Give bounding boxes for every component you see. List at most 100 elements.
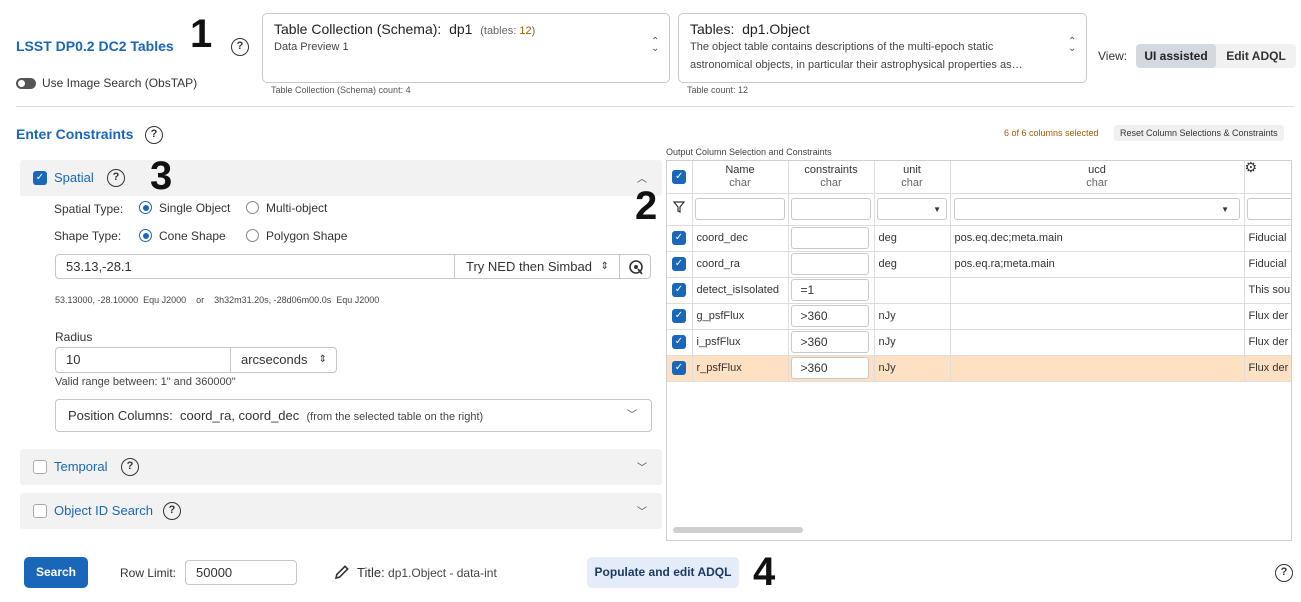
table-select[interactable]: Tables: dp1.Object The object table cont… — [678, 13, 1087, 83]
horizontal-scrollbar[interactable] — [673, 527, 803, 533]
radius-unit-value: arcseconds — [241, 352, 308, 367]
object-id-panel-header[interactable]: Object ID Search ? ﹀ — [20, 493, 662, 529]
description-filter-cell — [1244, 193, 1291, 226]
row-checkbox[interactable]: ✓ — [672, 335, 686, 349]
chevron-down-icon[interactable]: ﹀ — [637, 503, 647, 518]
row-checkbox[interactable]: ✓ — [672, 257, 686, 271]
description-filter-input[interactable] — [1246, 198, 1291, 220]
radius-unit-select[interactable]: arcseconds ⇕ — [230, 347, 337, 373]
polygon-shape-label: Polygon Shape — [266, 229, 348, 243]
app-title: LSST DP0.2 DC2 Tables — [16, 38, 174, 54]
chevron-up-icon[interactable]: ︿ — [637, 170, 647, 185]
filter-icon[interactable] — [673, 201, 686, 213]
table-row[interactable]: ✓ coord_dec deg pos.eq.dec;meta.main Fid… — [667, 225, 1291, 252]
position-input[interactable]: 53.13,-28.1 — [55, 254, 455, 279]
row-checkbox[interactable]: ✓ — [672, 231, 686, 245]
row-constraint-input[interactable] — [790, 253, 869, 275]
row-description: Fiducial — [1244, 251, 1291, 278]
view-ui-assisted-button[interactable]: UI assisted — [1136, 44, 1216, 68]
image-search-toggle[interactable] — [16, 78, 36, 89]
spatial-help-icon[interactable]: ? — [107, 169, 125, 187]
schema-count-note: Table Collection (Schema) count: 4 — [271, 85, 411, 95]
multi-object-radio[interactable] — [246, 201, 259, 214]
image-search-label: Use Image Search (ObsTAP) — [42, 76, 198, 90]
search-button[interactable]: Search — [24, 557, 88, 588]
temporal-checkbox[interactable] — [33, 460, 47, 474]
view-edit-adql-button[interactable]: Edit ADQL — [1216, 44, 1296, 68]
table-row[interactable]: ✓ detect_isIsolated =1 This sou — [667, 277, 1291, 304]
temporal-panel-header[interactable]: Temporal ? ﹀ — [20, 449, 662, 485]
resolver-value: Try NED then Simbad — [466, 259, 592, 274]
col-name-header[interactable]: Name char — [692, 161, 789, 194]
updown-icon: ⇕ — [318, 354, 327, 365]
row-name: detect_isIsolated — [692, 277, 789, 304]
toggle-knob — [18, 80, 25, 87]
col-constraints-header[interactable]: constraints char — [788, 161, 875, 194]
ucd-filter-select[interactable]: ▼ — [954, 198, 1240, 220]
row-constraint-input[interactable]: >360 — [790, 305, 869, 327]
table-row[interactable]: ✓ i_psfFlux >360 nJy Flux der — [667, 329, 1291, 356]
position-columns-value: coord_ra, coord_dec — [180, 408, 300, 423]
chevron-down-icon[interactable]: ﹀ — [637, 459, 647, 474]
footer-help-icon[interactable]: ? — [1275, 564, 1293, 582]
radius-label: Radius — [55, 330, 93, 344]
gear-icon[interactable]: ⚙ — [1245, 161, 1258, 175]
shape-type-label: Shape Type: — [54, 229, 122, 243]
reset-columns-button[interactable]: Reset Column Selections & Constraints — [1114, 125, 1284, 141]
chevron-down-icon: ﹀ — [627, 410, 637, 421]
table-description-line1: The object table contains descriptions o… — [690, 41, 994, 53]
select-all-checkbox[interactable]: ✓ — [672, 169, 687, 184]
row-constraint-input[interactable]: >360 — [790, 357, 869, 379]
row-description: Flux der — [1244, 355, 1291, 382]
row-checkbox[interactable]: ✓ — [672, 309, 686, 323]
title-label: Title: — [357, 565, 385, 580]
constraints-help-icon[interactable]: ? — [145, 126, 163, 144]
schema-description: Data Preview 1 — [274, 41, 349, 53]
pencil-icon[interactable] — [333, 563, 351, 581]
resolved-position: 53.13000, -28.10000 Equ J2000 or 3h32m31… — [55, 295, 380, 305]
row-unit — [874, 277, 951, 304]
row-name: coord_ra — [692, 251, 789, 278]
table-row[interactable]: ✓ g_psfFlux >360 nJy Flux der — [667, 303, 1291, 330]
radius-input[interactable]: 10 — [55, 347, 231, 373]
row-constraint-input[interactable]: =1 — [790, 279, 869, 301]
row-ucd: pos.eq.dec;meta.main — [950, 225, 1245, 252]
row-limit-input[interactable]: 50000 — [185, 560, 297, 585]
resolver-select[interactable]: Try NED then Simbad ⇕ — [454, 254, 620, 279]
row-constraint-input[interactable]: >360 — [790, 331, 869, 353]
marker-2: 2 — [635, 184, 658, 228]
single-object-radio[interactable] — [139, 201, 152, 214]
polygon-shape-radio[interactable] — [246, 229, 259, 242]
tables-value: dp1.Object — [742, 21, 810, 37]
constraints-title: Enter Constraints — [16, 126, 134, 142]
table-row[interactable]: ✓ coord_ra deg pos.eq.ra;meta.main Fiduc… — [667, 251, 1291, 278]
position-columns-select[interactable]: Position Columns: coord_ra, coord_dec (f… — [55, 399, 652, 432]
row-ucd — [950, 303, 1245, 330]
temporal-help-icon[interactable]: ? — [121, 458, 139, 476]
cone-shape-radio[interactable] — [139, 229, 152, 242]
object-id-checkbox[interactable] — [33, 504, 47, 518]
row-constraint-input[interactable] — [790, 227, 869, 249]
spatial-checkbox[interactable]: ✓ — [33, 171, 47, 185]
title-help-icon[interactable]: ? — [231, 38, 249, 56]
object-id-label: Object ID Search — [54, 503, 153, 518]
col-unit-header[interactable]: unit char — [874, 161, 951, 194]
spatial-panel-header[interactable]: ✓ Spatial ? ︿ — [20, 160, 662, 196]
constraints-filter-input[interactable] — [791, 198, 871, 220]
name-filter-input[interactable] — [695, 198, 785, 220]
grid-filter-row: ▼ ▼ — [667, 193, 1291, 226]
table-row-selected[interactable]: ✓ r_psfFlux >360 nJy Flux der — [667, 355, 1291, 382]
populate-adql-button[interactable]: Populate and edit ADQL — [587, 557, 739, 588]
target-picker-button[interactable] — [619, 254, 651, 279]
col-ucd-header[interactable]: ucd char — [950, 161, 1245, 194]
col-description-header[interactable]: ⚙ — [1244, 161, 1291, 194]
object-id-help-icon[interactable]: ? — [163, 502, 181, 520]
row-unit: nJy — [874, 329, 951, 356]
marker-4: 4 — [753, 550, 776, 594]
row-checkbox[interactable]: ✓ — [672, 361, 686, 375]
title-value[interactable]: dp1.Object - data-int — [388, 566, 497, 580]
unit-filter-select[interactable]: ▼ — [877, 198, 947, 220]
spatial-type-label: Spatial Type: — [54, 202, 124, 216]
row-checkbox[interactable]: ✓ — [672, 283, 686, 297]
schema-select[interactable]: Table Collection (Schema): dp1 (tables: … — [262, 13, 670, 83]
